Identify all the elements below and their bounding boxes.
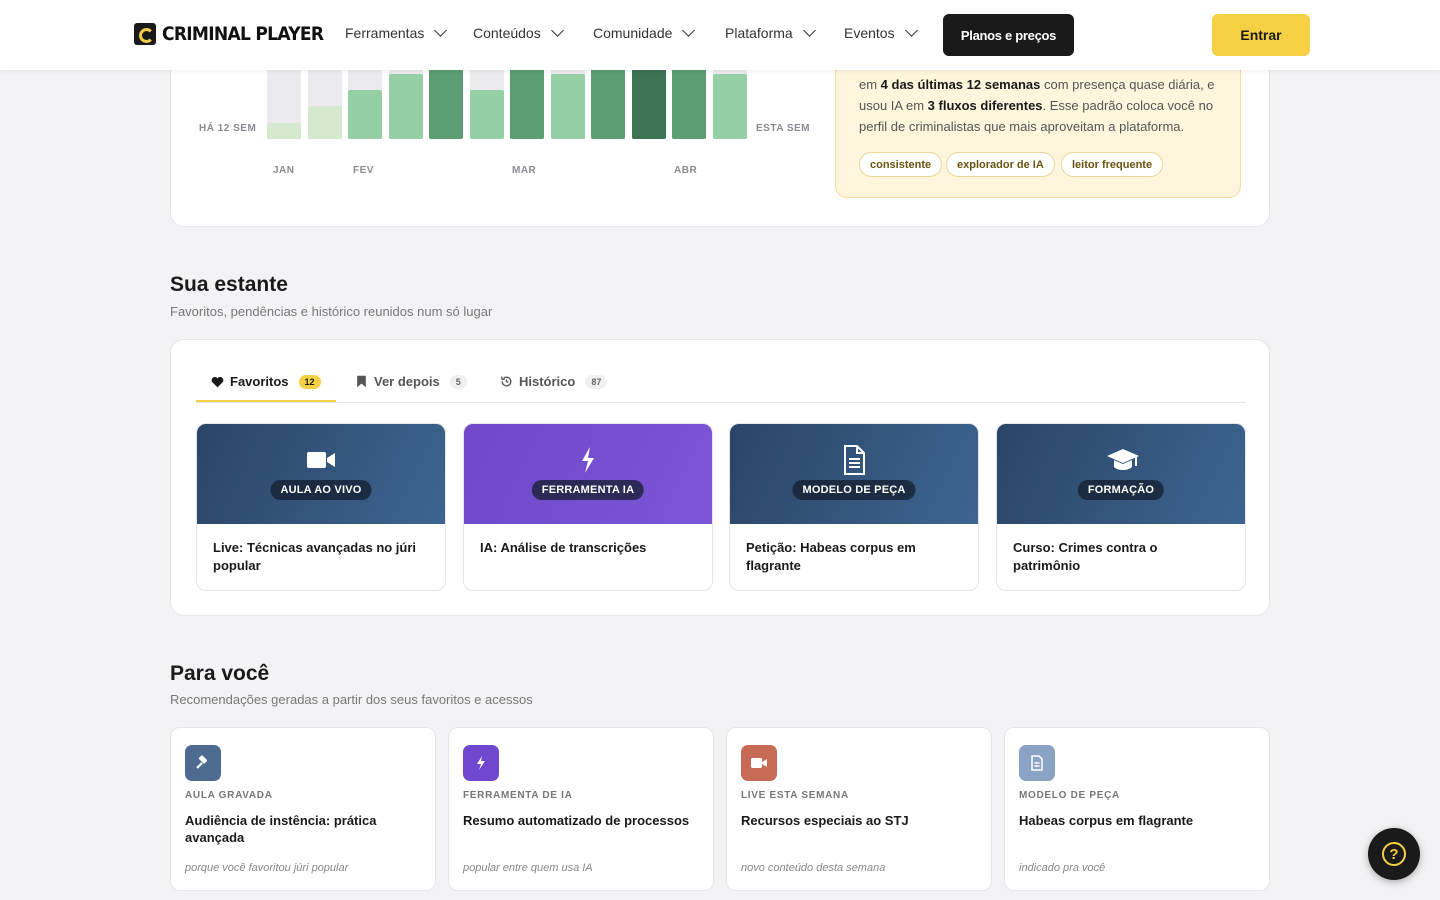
content-type-badge: MODELO DE PEÇA	[792, 480, 916, 500]
tab-count-badge: 5	[449, 374, 467, 389]
insight-text: em 4 das últimas 12 semanas com presença…	[859, 77, 1215, 134]
active-tab-indicator	[196, 400, 336, 402]
recommendation-kicker: MODELO DE PEÇA	[1019, 790, 1120, 801]
chart-bar	[348, 90, 382, 139]
foryou-title: Para você	[170, 662, 270, 685]
graduation-cap-icon	[1105, 444, 1139, 476]
recommendation-reason: novo conteúdo desta semana	[741, 862, 886, 874]
nav-item-label: Conteúdos	[473, 25, 541, 41]
recommendation-card[interactable]: AULA GRAVADA Audiência de instência: prá…	[170, 727, 436, 891]
content-type-badge: FORMAÇÃO	[1077, 480, 1165, 500]
recommendation-kicker: FERRAMENTA DE IA	[463, 790, 573, 801]
chevron-down-icon	[802, 24, 816, 37]
recommendation-card[interactable]: FERRAMENTA DE IA Resumo automatizado de …	[448, 727, 714, 891]
shelf-card[interactable]: MODELO DE PEÇA Petição: Habeas corpus em…	[729, 423, 979, 591]
nav-item-label: Eventos	[844, 25, 895, 41]
nav-item-ferramentas[interactable]: Ferramentas	[345, 24, 448, 41]
chart-bar	[388, 73, 423, 139]
tab-ver-depois[interactable]: Ver depois 5	[355, 374, 467, 389]
shelf-card-hero: AULA AO VIVO	[197, 424, 445, 524]
recommendation-reason: indicado pra você	[1019, 862, 1106, 874]
chart-month-label: FEV	[353, 165, 374, 176]
nav-item-label: Ferramentas	[345, 25, 425, 41]
shelf-card[interactable]: FORMAÇÃO Curso: Crimes contra o patrimôn…	[996, 423, 1246, 591]
tab-label: Histórico	[519, 374, 576, 389]
bookmark-icon	[355, 375, 368, 388]
heart-icon	[211, 375, 224, 388]
chart-bar	[469, 90, 504, 139]
shelf-card-title: Petição: Habeas corpus em flagrante	[746, 540, 916, 573]
nav-item-plataforma[interactable]: Plataforma	[725, 24, 816, 41]
chart-month-label: ABR	[674, 165, 698, 176]
recommendation-title: Audiência de instência: prática avançada	[185, 813, 377, 845]
video-camera-icon	[305, 444, 337, 476]
chart-bar	[550, 73, 585, 139]
chart-bar	[712, 73, 747, 139]
help-button[interactable]: ?	[1368, 828, 1420, 880]
content-type-badge: FERRAMENTA IA	[531, 480, 645, 500]
content-type-badge: AULA AO VIVO	[270, 480, 372, 500]
nav-item-eventos[interactable]: Eventos	[844, 24, 918, 41]
shelf-card-title: Live: Técnicas avançadas no júri popular	[213, 540, 417, 573]
document-icon	[838, 444, 870, 476]
tab-count-badge: 12	[298, 374, 321, 389]
chevron-down-icon	[434, 24, 448, 37]
recommendation-reason: popular entre quem usa IA	[463, 862, 593, 874]
tabs-divider	[196, 402, 1246, 403]
tab-historico[interactable]: Histórico 87	[500, 374, 608, 389]
logo-icon	[134, 23, 156, 45]
recommendation-title: Habeas corpus em flagrante	[1019, 813, 1194, 828]
nav-item-conteudos[interactable]: Conteúdos	[473, 24, 564, 41]
chart-bar	[267, 122, 301, 139]
shelf-card-title: Curso: Crimes contra o patrimônio	[1013, 540, 1158, 573]
chevron-down-icon	[682, 24, 696, 37]
tab-count-badge: 87	[585, 374, 608, 389]
recommendation-title: Resumo automatizado de processos	[463, 813, 690, 828]
login-button[interactable]: Entrar	[1212, 14, 1310, 56]
nav-item-label: Comunidade	[593, 25, 673, 41]
plans-button[interactable]: Planos e preços	[943, 14, 1074, 56]
history-icon	[500, 375, 513, 388]
video-camera-icon	[741, 745, 777, 781]
insight-tag: leitor frequente	[1061, 152, 1164, 177]
tab-label: Favoritos	[230, 374, 289, 389]
tab-favoritos[interactable]: Favoritos 12	[211, 374, 321, 389]
tab-label: Ver depois	[374, 374, 440, 389]
shelf-title: Sua estante	[170, 273, 288, 296]
chart-axis-label-start: HÁ 12 SEM	[199, 123, 257, 134]
gavel-icon	[185, 745, 221, 781]
document-icon	[1019, 745, 1055, 781]
lightning-icon	[463, 745, 499, 781]
chevron-down-icon	[904, 24, 918, 37]
shelf-panel: Favoritos 12 Ver depois 5 Histórico 87 A…	[170, 339, 1270, 616]
recommendation-reason: porque você favoritou júri popular	[185, 862, 349, 874]
insight-tag: explorador de IA	[946, 152, 1055, 177]
logo-text: CRIMINAL PLAYER	[162, 23, 324, 45]
chart-bar	[307, 106, 342, 139]
chevron-down-icon	[550, 24, 564, 37]
shelf-card-hero: MODELO DE PEÇA	[730, 424, 978, 524]
recommendation-title: Recursos especiais ao STJ	[741, 813, 909, 828]
shelf-card-hero: FORMAÇÃO	[997, 424, 1245, 524]
shelf-card-hero: FERRAMENTA IA	[464, 424, 712, 524]
top-navbar: CRIMINAL PLAYER Ferramentas Conteúdos Co…	[0, 0, 1440, 70]
nav-item-comunidade[interactable]: Comunidade	[593, 24, 696, 41]
recommendation-card[interactable]: LIVE ESTA SEMANA Recursos especiais ao S…	[726, 727, 992, 891]
insight-tag: consistente	[859, 152, 943, 177]
help-icon: ?	[1382, 842, 1406, 866]
lightning-icon	[572, 444, 604, 476]
shelf-subtitle: Favoritos, pendências e histórico reunid…	[170, 304, 493, 319]
recommendation-kicker: AULA GRAVADA	[185, 790, 273, 801]
recommendation-card[interactable]: MODELO DE PEÇA Habeas corpus em flagrant…	[1004, 727, 1270, 891]
nav-item-label: Plataforma	[725, 25, 793, 41]
shelf-card-title: IA: Análise de transcrições	[480, 540, 647, 555]
shelf-card[interactable]: FERRAMENTA IA IA: Análise de transcriçõe…	[463, 423, 713, 591]
chart-month-label: MAR	[512, 165, 537, 176]
chart-axis-label-end: ESTA SEM	[756, 123, 811, 134]
recommendation-kicker: LIVE ESTA SEMANA	[741, 790, 849, 801]
logo[interactable]: CRIMINAL PLAYER	[134, 23, 341, 45]
foryou-subtitle: Recomendações geradas a partir dos seus …	[170, 692, 533, 707]
shelf-card[interactable]: AULA AO VIVO Live: Técnicas avançadas no…	[196, 423, 446, 591]
chart-month-label: JAN	[273, 165, 295, 176]
